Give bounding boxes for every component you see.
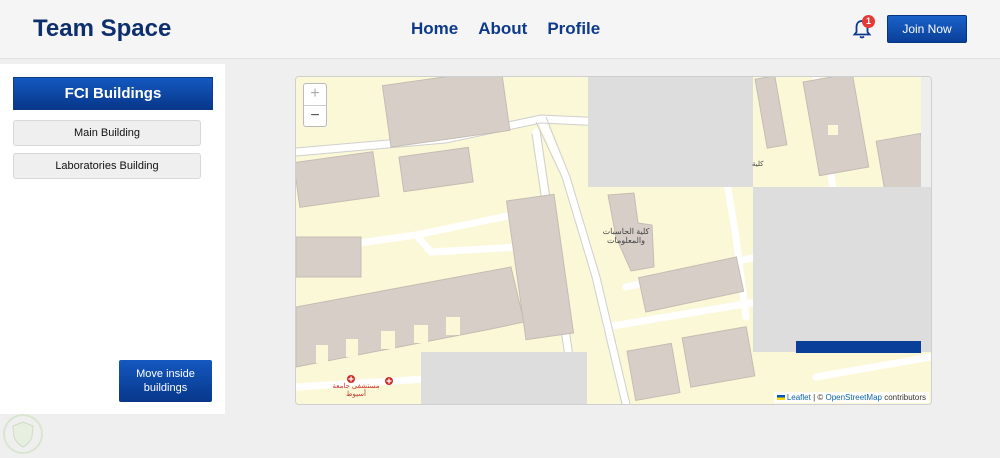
openstreetmap-link[interactable]: OpenStreetMap bbox=[825, 393, 881, 402]
faculty-label: كلية الحاسبات والمعلومات bbox=[602, 227, 650, 245]
brand-logo-text[interactable]: Team Space bbox=[33, 15, 171, 43]
main-nav: Home About Profile bbox=[411, 19, 600, 39]
shield-watermark-icon bbox=[3, 414, 43, 454]
top-navbar: Team Space Home About Profile 1 Join Now bbox=[0, 0, 1000, 59]
sidebar-item-main-building[interactable]: Main Building bbox=[13, 120, 201, 146]
map-attribution: Leaflet | © OpenStreetMap contributors bbox=[773, 392, 929, 403]
nav-profile[interactable]: Profile bbox=[547, 19, 600, 39]
sidebar-item-laboratories-building[interactable]: Laboratories Building bbox=[13, 153, 201, 179]
zoom-control: + − bbox=[303, 83, 327, 127]
zoom-in-button[interactable]: + bbox=[304, 84, 326, 106]
nav-home[interactable]: Home bbox=[411, 19, 458, 39]
notification-badge: 1 bbox=[862, 15, 875, 28]
move-inside-buildings-button[interactable]: Move inside buildings bbox=[119, 360, 212, 402]
map-view[interactable]: كلية الحاسبات والمعلومات كلية مستشفى جام… bbox=[295, 76, 932, 405]
ukraine-flag-icon bbox=[776, 395, 785, 401]
nav-about[interactable]: About bbox=[478, 19, 527, 39]
zoom-out-button[interactable]: − bbox=[304, 106, 326, 127]
sidebar: FCI Buildings Main Building Laboratories… bbox=[0, 64, 225, 414]
sidebar-title: FCI Buildings bbox=[13, 77, 213, 110]
join-now-button[interactable]: Join Now bbox=[887, 15, 967, 43]
leaflet-link[interactable]: Leaflet bbox=[787, 393, 811, 402]
hospital-label: مستشفى جامعة أسيوط bbox=[332, 383, 380, 398]
faculty-label-partial: كلية bbox=[752, 161, 764, 168]
